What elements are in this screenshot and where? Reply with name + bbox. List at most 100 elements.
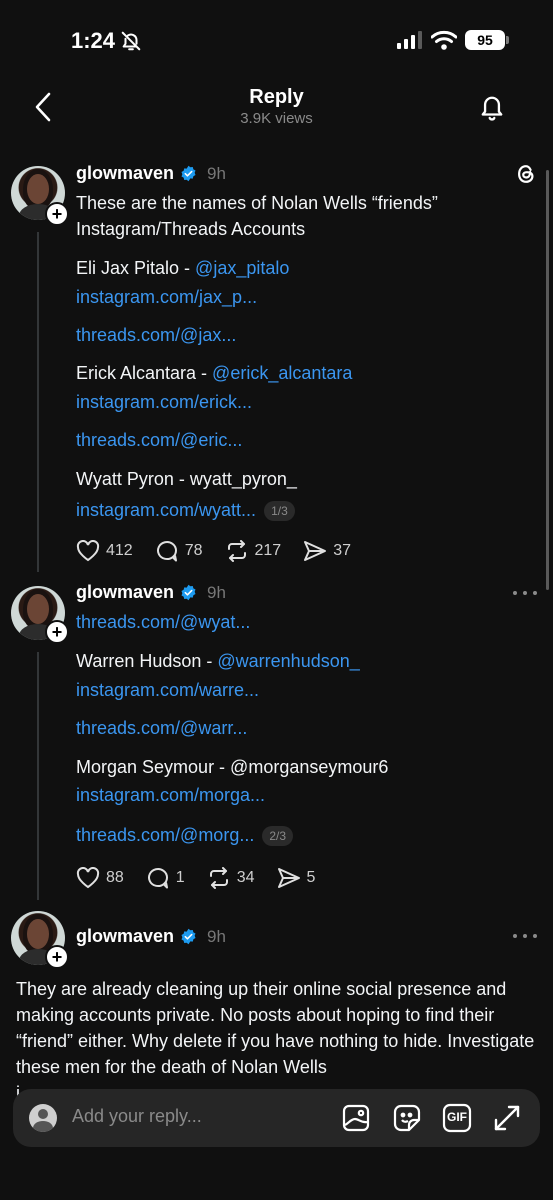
instagram-link[interactable]: instagram.com/erick... xyxy=(76,389,252,415)
comment-button[interactable]: 1 xyxy=(146,867,185,889)
username[interactable]: glowmaven xyxy=(76,926,174,947)
avatar xyxy=(29,1104,57,1132)
share-button[interactable]: 37 xyxy=(303,540,351,562)
post-actions: 88 1 34 5 xyxy=(76,867,337,889)
follow-plus-button[interactable]: + xyxy=(45,202,69,226)
instagram-link[interactable]: instagram.com/warre... xyxy=(76,677,259,703)
threads-link[interactable]: threads.com/@wyat... xyxy=(76,609,250,635)
status-time: 1:24 xyxy=(71,28,116,53)
thread-pager: 2/3 xyxy=(262,826,294,847)
expand-button[interactable] xyxy=(492,1103,522,1133)
thread-line xyxy=(37,652,39,900)
post-actions: 412 78 217 37 xyxy=(76,540,373,562)
repost-icon xyxy=(209,867,228,889)
verified-icon xyxy=(181,165,196,182)
post-text-line: Erick Alcantara - @erick_alcantara xyxy=(76,360,352,386)
status-bar: 1:24 95 xyxy=(0,0,553,80)
follow-plus-button[interactable]: + xyxy=(45,620,69,644)
thread-post-3: + glowmaven 9h They are already cleaning… xyxy=(0,905,553,1103)
person-name: Eli Jax Pitalo - xyxy=(76,258,196,278)
post-text-line: These are the names of Nolan Wells “frie… xyxy=(76,193,438,213)
reply-composer[interactable]: Add your reply... GIF xyxy=(13,1089,540,1147)
share-icon xyxy=(277,868,300,888)
repost-button[interactable]: 34 xyxy=(207,867,255,889)
sticker-icon xyxy=(393,1104,421,1132)
username[interactable]: glowmaven xyxy=(76,163,174,184)
more-button[interactable] xyxy=(513,588,537,598)
threads-link[interactable]: threads.com/@jax... xyxy=(76,322,236,348)
thread-post-1: + glowmaven 9h These are the names of No… xyxy=(0,160,553,580)
heart-icon xyxy=(76,540,100,562)
thread-pager: 1/3 xyxy=(264,501,295,522)
verified-icon xyxy=(181,928,196,945)
person-name: Warren Hudson - xyxy=(76,651,218,671)
instagram-link[interactable]: instagram.com/wyatt... xyxy=(76,500,256,520)
mention-link[interactable]: @warrenhudson_ xyxy=(217,651,359,671)
person-name: Erick Alcantara - xyxy=(76,363,213,383)
threads-link[interactable]: threads.com/@eric... xyxy=(76,427,242,453)
more-icon xyxy=(513,591,517,595)
like-count: 88 xyxy=(106,869,124,886)
username[interactable]: glowmaven xyxy=(76,582,174,603)
post-text-line: Wyatt Pyron - wyatt_pyron_ xyxy=(76,469,297,489)
image-button[interactable] xyxy=(341,1103,371,1133)
post-text-line: Instagram/Threads Accounts xyxy=(76,219,306,239)
instagram-link[interactable]: instagram.com/jax_p... xyxy=(76,284,257,310)
sticker-button[interactable] xyxy=(392,1103,422,1133)
comment-button[interactable]: 78 xyxy=(155,540,203,562)
page-title: Reply xyxy=(249,86,304,108)
thread-line xyxy=(37,232,39,572)
notifications-button[interactable] xyxy=(475,90,509,124)
mention-link[interactable]: @jax_pitalo xyxy=(195,258,289,278)
mention-link[interactable]: @erick_alcantara xyxy=(212,363,352,383)
comment-icon xyxy=(147,868,168,889)
header: Reply 3.9K views xyxy=(0,80,553,140)
post-text-line: threads.com/@morg... 2/3 xyxy=(76,822,294,848)
image-icon xyxy=(342,1104,370,1132)
comment-count: 1 xyxy=(175,869,185,886)
post-header: glowmaven 9h xyxy=(76,582,226,603)
post-text-line: Eli Jax Pitalo - @jax_pitalo xyxy=(76,255,289,281)
threads-logo-icon[interactable] xyxy=(515,163,537,185)
bell-icon xyxy=(481,96,503,121)
repost-button[interactable]: 217 xyxy=(225,540,282,562)
post-time: 9h xyxy=(207,163,226,183)
view-count: 3.9K views xyxy=(240,110,313,127)
comment-icon xyxy=(156,541,177,562)
share-count: 5 xyxy=(306,869,316,886)
post-text-line: Morgan Seymour - @morganseymour6 xyxy=(76,757,389,777)
share-count: 37 xyxy=(333,542,351,559)
scrollbar[interactable] xyxy=(546,170,549,590)
post-time: 9h xyxy=(207,926,226,946)
verified-icon xyxy=(181,584,196,601)
repost-icon xyxy=(227,540,246,562)
signal-icon xyxy=(397,31,422,49)
like-button[interactable]: 88 xyxy=(76,867,124,889)
expand-icon xyxy=(494,1105,520,1131)
repost-count: 217 xyxy=(254,542,282,559)
post-text-line: instagram.com/wyatt... 1/3 xyxy=(76,497,295,523)
like-button[interactable]: 412 xyxy=(76,540,133,562)
post-text-line: Warren Hudson - @warrenhudson_ xyxy=(76,648,360,674)
post-body: They are already cleaning up their onlin… xyxy=(16,979,535,1077)
reply-input[interactable]: Add your reply... xyxy=(72,1106,202,1127)
thread-post-2: + glowmaven 9h threads.com/@wyat... Warr… xyxy=(0,580,553,900)
post-header: glowmaven 9h xyxy=(76,163,226,184)
heart-icon xyxy=(76,867,100,889)
wifi-icon xyxy=(431,30,457,50)
battery-indicator: 95 xyxy=(465,30,509,50)
comment-count: 78 xyxy=(184,542,203,559)
instagram-link[interactable]: instagram.com/morga... xyxy=(76,782,265,808)
share-button[interactable]: 5 xyxy=(277,867,316,889)
follow-plus-button[interactable]: + xyxy=(45,945,69,969)
threads-link[interactable]: threads.com/@warr... xyxy=(76,715,247,741)
more-button[interactable] xyxy=(513,931,537,941)
threads-link[interactable]: threads.com/@morg... xyxy=(76,825,254,845)
post-time: 9h xyxy=(207,582,226,602)
repost-count: 34 xyxy=(236,869,255,886)
like-count: 412 xyxy=(106,542,133,559)
post-header: glowmaven 9h xyxy=(76,926,226,947)
bell-slash-icon xyxy=(121,31,141,51)
gif-button[interactable]: GIF xyxy=(442,1103,472,1133)
more-icon xyxy=(513,934,517,938)
